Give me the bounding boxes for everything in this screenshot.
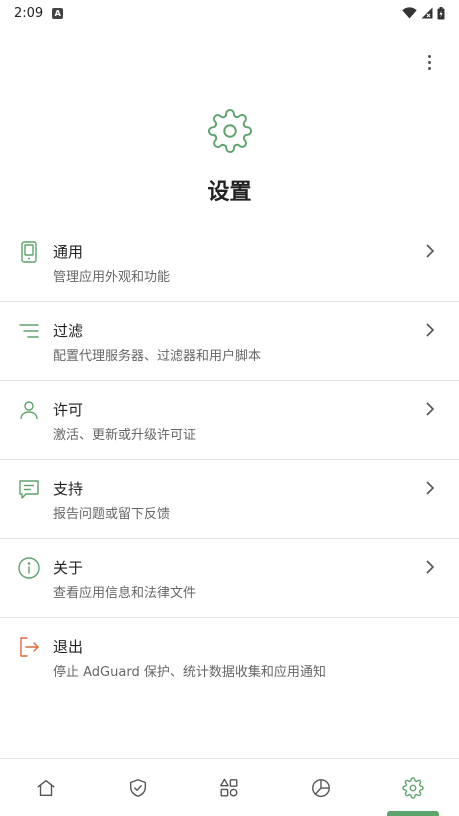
wifi-icon — [402, 7, 417, 19]
status-bar: 2:09 A — [0, 0, 459, 26]
logout-icon — [20, 637, 39, 657]
menu-dot — [427, 54, 431, 58]
gear-icon — [207, 108, 253, 154]
nav-activity[interactable] — [184, 759, 276, 816]
chevron-right-icon — [426, 244, 435, 258]
item-subtitle: 停止 AdGuard 保护、统计数据收集和应用通知 — [53, 665, 326, 680]
chevron-right-icon — [426, 402, 435, 416]
item-subtitle: 管理应用外观和功能 — [53, 270, 171, 285]
app-notification-icon: A — [52, 7, 64, 19]
settings-item-general[interactable]: 通用 管理应用外观和功能 — [0, 223, 459, 302]
status-time: 2:09 — [14, 5, 44, 21]
nav-statistics[interactable] — [275, 759, 367, 816]
home-icon — [37, 779, 55, 796]
item-subtitle: 报告问题或留下反馈 — [53, 507, 171, 522]
signal-icon — [421, 7, 433, 19]
item-title: 支持 — [53, 480, 84, 498]
item-title: 关于 — [53, 559, 84, 577]
chevron-right-icon — [426, 560, 435, 574]
nav-settings[interactable] — [367, 759, 459, 816]
item-title: 过滤 — [53, 322, 84, 340]
info-icon — [18, 557, 40, 579]
settings-item-license[interactable]: 许可 激活、更新或升级许可证 — [0, 381, 459, 460]
page-title: 设置 — [207, 180, 252, 205]
active-tab-indicator — [387, 811, 439, 816]
status-icons — [402, 6, 445, 20]
menu-dot — [427, 66, 431, 70]
item-subtitle: 激活、更新或升级许可证 — [53, 428, 197, 443]
filter-icon — [19, 324, 39, 338]
item-title: 许可 — [53, 401, 84, 419]
settings-item-logout[interactable]: 退出 停止 AdGuard 保护、统计数据收集和应用通知 — [0, 618, 459, 697]
bottom-nav — [0, 758, 459, 816]
nav-home[interactable] — [0, 759, 92, 816]
person-icon — [20, 401, 38, 420]
more-vert-icon[interactable] — [417, 50, 441, 74]
menu-dot — [427, 60, 431, 64]
phone-icon — [21, 241, 37, 263]
item-title: 退出 — [53, 638, 84, 656]
item-subtitle: 配置代理服务器、过滤器和用户脚本 — [53, 349, 262, 364]
shield-icon — [129, 778, 146, 797]
chevron-right-icon — [426, 481, 435, 495]
settings-list: 通用 管理应用外观和功能 过滤 配置代理服务器、过滤器和用户脚本 许可 激活、更… — [0, 223, 459, 697]
apps-icon — [220, 778, 238, 796]
item-subtitle: 查看应用信息和法律文件 — [53, 586, 197, 601]
chevron-right-icon — [426, 323, 435, 337]
settings-item-about[interactable]: 关于 查看应用信息和法律文件 — [0, 539, 459, 618]
chat-icon — [19, 480, 39, 499]
gear-icon — [402, 776, 424, 799]
settings-item-filtering[interactable]: 过滤 配置代理服务器、过滤器和用户脚本 — [0, 302, 459, 381]
item-title: 通用 — [53, 243, 84, 261]
pie-chart-icon — [312, 778, 331, 797]
nav-protection[interactable] — [92, 759, 184, 816]
battery-icon — [437, 6, 445, 19]
settings-item-support[interactable]: 支持 报告问题或留下反馈 — [0, 460, 459, 539]
